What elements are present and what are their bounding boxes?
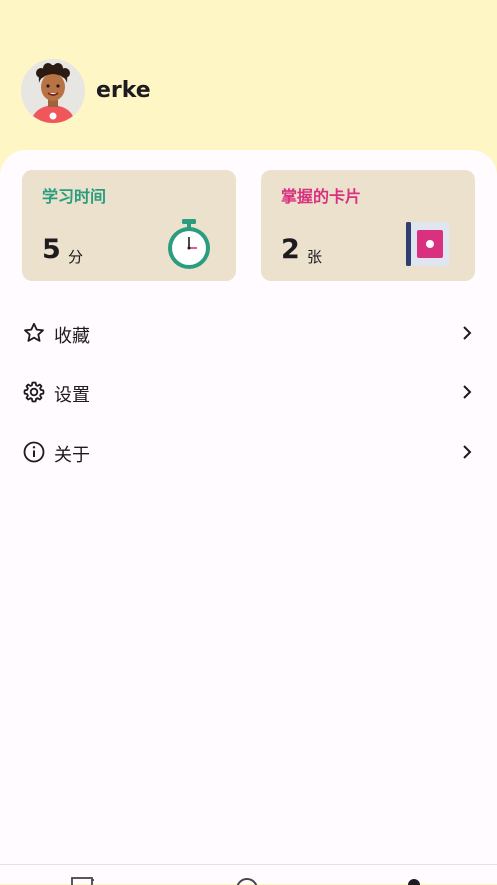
circle-icon[interactable] bbox=[235, 877, 259, 885]
menu-item-favorites[interactable]: 收藏 bbox=[0, 305, 497, 361]
menu-item-settings[interactable]: 设置 bbox=[0, 364, 497, 420]
study-time-card[interactable]: 学习时间 5 分 bbox=[22, 170, 236, 281]
card-book-icon bbox=[406, 222, 449, 266]
study-time-value: 5 bbox=[42, 234, 61, 265]
mastered-cards-value: 2 bbox=[281, 234, 300, 265]
avatar-illustration-icon bbox=[21, 59, 85, 123]
chevron-right-icon bbox=[463, 445, 472, 459]
profile-sheet: 学习时间 5 分 掌握的卡片 2 张 收藏 设置 关于 bbox=[0, 150, 497, 883]
menu-item-about[interactable]: 关于 bbox=[0, 424, 497, 480]
person-icon[interactable] bbox=[402, 877, 426, 885]
study-time-title: 学习时间 bbox=[42, 187, 107, 206]
stopwatch-icon bbox=[168, 219, 210, 269]
info-icon bbox=[23, 441, 45, 463]
menu-label-about: 关于 bbox=[54, 445, 90, 466]
avatar[interactable] bbox=[21, 59, 85, 123]
chevron-right-icon bbox=[463, 326, 472, 340]
bottom-navigation bbox=[0, 864, 497, 885]
mastered-cards-card[interactable]: 掌握的卡片 2 张 bbox=[261, 170, 475, 281]
star-icon bbox=[24, 322, 44, 342]
menu-label-favorites: 收藏 bbox=[54, 326, 90, 347]
study-time-unit: 分 bbox=[68, 248, 84, 266]
gear-icon bbox=[23, 381, 45, 403]
mastered-cards-unit: 张 bbox=[307, 248, 323, 266]
username: erke bbox=[96, 78, 151, 103]
profile-header: erke bbox=[0, 0, 497, 160]
cards-icon[interactable] bbox=[71, 877, 95, 885]
mastered-cards-title: 掌握的卡片 bbox=[281, 187, 362, 206]
chevron-right-icon bbox=[463, 385, 472, 399]
menu-label-settings: 设置 bbox=[54, 385, 90, 406]
